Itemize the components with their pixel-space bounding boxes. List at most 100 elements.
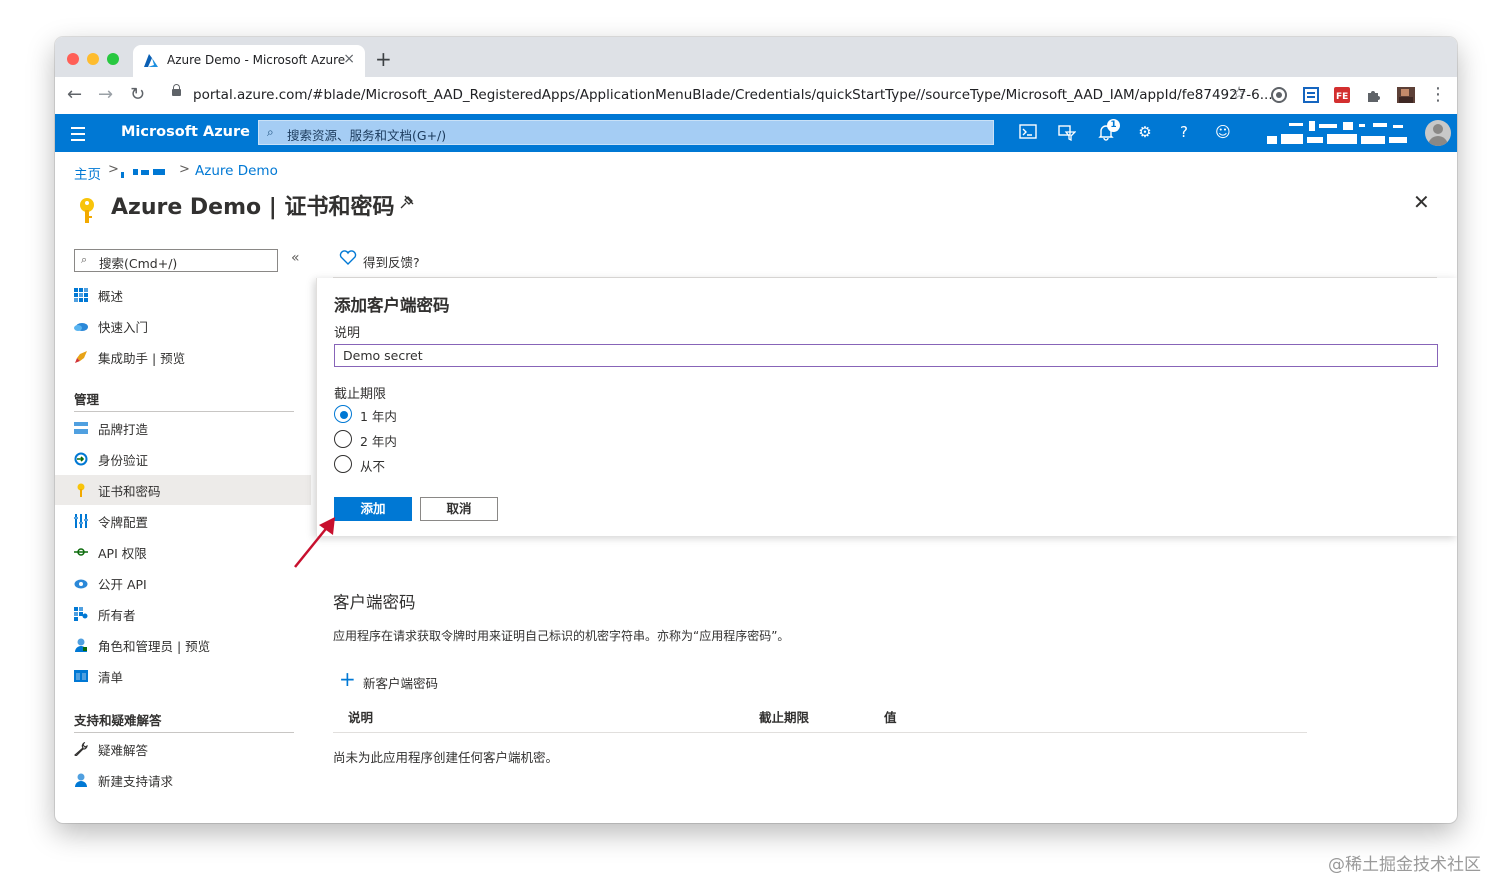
azure-header: Microsoft Azure ⌕ 搜索资源、服务和文档(G+/) 1 ⚙ ? … (55, 114, 1457, 152)
svg-text:FE: FE (1336, 92, 1348, 102)
radio-button[interactable] (334, 405, 352, 423)
expires-option-never[interactable]: 从不 (334, 455, 385, 474)
fe-extension-icon[interactable]: FE (1334, 87, 1350, 103)
pin-icon[interactable] (399, 194, 415, 214)
sidebar-item-authentication[interactable]: 身份验证 (55, 444, 311, 474)
sidebar-item-manifest[interactable]: 清单 (55, 661, 311, 691)
column-header-value[interactable]: 值 (884, 707, 897, 726)
account-name-pixelated[interactable] (1265, 118, 1421, 148)
roles-icon (75, 638, 87, 652)
cancel-button[interactable]: 取消 (420, 497, 498, 521)
radio-button[interactable] (334, 455, 352, 473)
annotation-arrow-icon (294, 517, 335, 568)
breadcrumb-separator: > (108, 162, 119, 177)
rocket-icon (75, 351, 87, 363)
search-placeholder: 搜索资源、服务和文档(G+/) (287, 128, 447, 143)
heart-icon (339, 250, 357, 265)
browser-window: Azure Demo - Microsoft Azure × + ← → ↻ p… (55, 37, 1457, 823)
settings-gear-icon[interactable]: ⚙ (1135, 122, 1155, 142)
sidebar-item-owners[interactable]: 所有者 (55, 599, 311, 629)
close-window-button[interactable] (67, 53, 79, 65)
sidebar-item-troubleshooting[interactable]: 疑难解答 (55, 734, 311, 764)
azure-logo-icon (144, 54, 158, 67)
sidebar-item-quickstart[interactable]: 快速入门 (55, 311, 311, 341)
breadcrumb-tenant-pixelated[interactable] (121, 168, 167, 178)
puzzle-extensions-icon[interactable] (1366, 87, 1382, 103)
feedback-smiley-icon[interactable]: ☺ (1213, 122, 1233, 142)
breadcrumb-app[interactable]: Azure Demo (195, 163, 278, 179)
global-search-input[interactable]: ⌕ 搜索资源、服务和文档(G+/) (258, 120, 994, 145)
browser-menu-icon[interactable]: ⋮ (1429, 84, 1447, 105)
maximize-window-button[interactable] (107, 53, 119, 65)
key-icon (77, 483, 85, 497)
expires-option-2-years[interactable]: 2 年内 (334, 430, 397, 449)
record-extension-icon[interactable] (1271, 87, 1287, 103)
collapse-sidebar-icon[interactable]: « (291, 250, 300, 266)
wrench-icon (74, 742, 88, 756)
token-icon (74, 514, 88, 528)
back-button[interactable]: ← (67, 84, 82, 105)
radio-label: 2 年内 (360, 434, 397, 449)
column-header-description[interactable]: 说明 (348, 707, 373, 726)
sidebar-item-certificates-secrets[interactable]: 证书和密码 (55, 475, 311, 505)
user-avatar[interactable] (1425, 120, 1451, 146)
browser-tab[interactable]: Azure Demo - Microsoft Azure × (133, 45, 365, 77)
sidebar-item-label: 快速入门 (98, 320, 149, 335)
sidebar-item-label: 清单 (98, 670, 124, 685)
sidebar-item-label: 身份验证 (98, 453, 149, 468)
sidebar-item-label: 所有者 (98, 608, 136, 623)
sidebar-item-integration-assistant[interactable]: 集成助手 | 预览 (55, 342, 311, 372)
new-tab-button[interactable]: + (375, 47, 392, 71)
authentication-icon (74, 452, 88, 466)
portal-menu-icon[interactable] (71, 127, 85, 141)
sidebar-item-api-permissions[interactable]: API 权限 (55, 537, 311, 567)
sidebar-item-label: 品牌打造 (98, 422, 149, 437)
sidebar-item-roles-admins[interactable]: 角色和管理员 | 预览 (55, 630, 311, 660)
forward-button[interactable]: → (98, 84, 113, 105)
expires-option-1-year[interactable]: 1 年内 (334, 405, 397, 424)
sidebar-item-token-configuration[interactable]: 令牌配置 (55, 506, 311, 536)
sidebar-item-label: 公开 API (98, 577, 147, 592)
sidebar-item-expose-api[interactable]: 公开 API (55, 568, 311, 598)
close-blade-icon[interactable]: ✕ (1413, 190, 1430, 214)
sidebar-item-overview[interactable]: 概述 (55, 280, 311, 310)
sidebar-item-branding[interactable]: 品牌打造 (55, 413, 311, 443)
bookmark-star-icon[interactable]: ☆ (1231, 83, 1247, 104)
minimize-window-button[interactable] (87, 53, 99, 65)
tab-strip: Azure Demo - Microsoft Azure × + (55, 37, 1457, 77)
radio-label: 1 年内 (360, 409, 397, 424)
address-bar[interactable]: portal.azure.com/#blade/Microsoft_AAD_Re… (193, 87, 1273, 103)
help-icon[interactable]: ? (1174, 122, 1194, 142)
column-header-expires[interactable]: 截止期限 (759, 707, 809, 726)
sidebar-divider (74, 411, 294, 412)
sidebar-item-new-support-request[interactable]: 新建支持请求 (55, 765, 311, 795)
description-label: 说明 (334, 326, 361, 341)
description-input[interactable]: Demo secret (334, 344, 1438, 367)
cloud-shell-icon[interactable] (1018, 122, 1038, 142)
add-button[interactable]: 添加 (334, 497, 412, 521)
tab-close-icon[interactable]: × (343, 51, 355, 67)
add-client-secret-panel: 添加客户端密码 说明 Demo secret 截止期限 1 年内 2 年内 从不… (316, 278, 1457, 536)
empty-table-message: 尚未为此应用程序创建任何客户端机密。 (333, 750, 559, 765)
sidebar-item-label: 疑难解答 (98, 743, 149, 758)
branding-icon (74, 422, 88, 434)
sheets-extension-icon[interactable] (1303, 87, 1319, 103)
feedback-link[interactable]: 得到反馈? (339, 250, 420, 270)
sidebar-section-support: 支持和疑难解答 (74, 713, 162, 728)
sidebar-item-label: 集成助手 | 预览 (98, 351, 186, 366)
profile-avatar-icon[interactable] (1395, 85, 1417, 105)
owners-icon (74, 607, 88, 621)
radio-button[interactable] (334, 430, 352, 448)
reload-button[interactable]: ↻ (130, 84, 145, 105)
notifications-bell-icon[interactable]: 1 (1096, 119, 1120, 142)
client-secrets-description: 应用程序在请求获取令牌时用来证明自己标识的机密字符串。亦称为“应用程序密码”。 (333, 629, 790, 643)
browser-toolbar: ← → ↻ portal.azure.com/#blade/Microsoft_… (55, 77, 1457, 115)
sidebar-search-input[interactable]: ⌕ 搜索(Cmd+/) (74, 249, 278, 272)
feedback-label: 得到反馈? (363, 255, 420, 270)
sidebar-item-label: 角色和管理员 | 预览 (98, 639, 211, 654)
azure-brand[interactable]: Microsoft Azure (121, 124, 250, 140)
sidebar-item-label: 令牌配置 (98, 515, 149, 530)
directory-filter-icon[interactable] (1057, 122, 1077, 142)
plus-icon: + (339, 667, 356, 691)
breadcrumb-home[interactable]: 主页 (74, 163, 101, 183)
